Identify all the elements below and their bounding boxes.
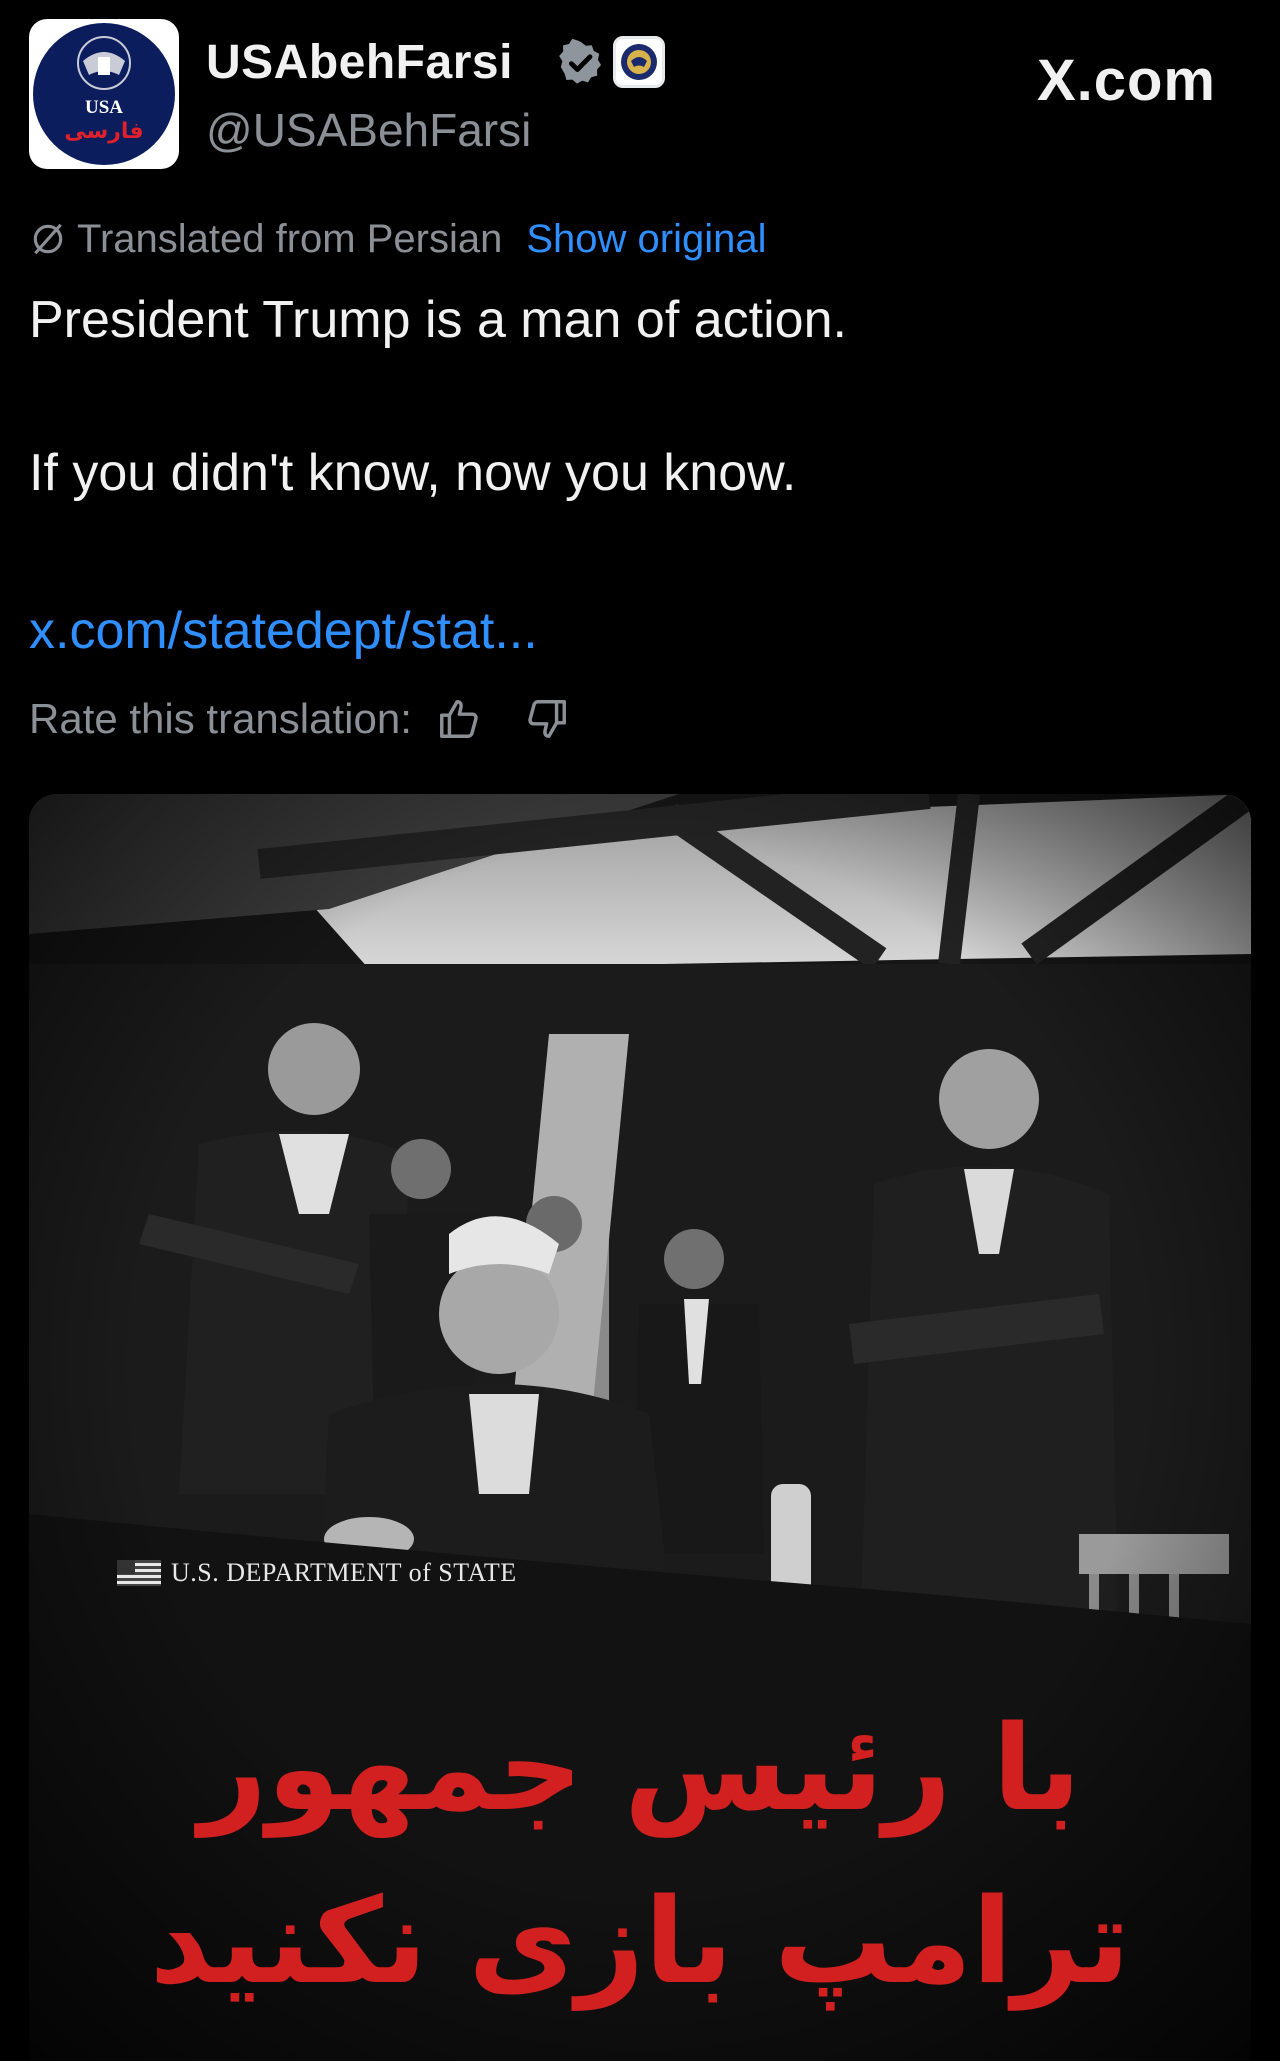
avatar-farsi-label: فارسی: [64, 119, 144, 144]
tweet-text-line: If you didn't know, now you know.: [29, 444, 797, 502]
translated-from-label: Translated from Persian: [77, 216, 503, 261]
account-handle[interactable]: @USABehFarsi: [206, 103, 531, 157]
translate-slash-icon: [33, 223, 63, 255]
department-of-state-caption: U.S. DEPARTMENT of STATE: [117, 1558, 517, 1588]
government-seal-icon: [613, 36, 665, 88]
photo-scene: [29, 794, 1251, 2061]
tweet-media-image[interactable]: U.S. DEPARTMENT of STATE با رئیس جمهور ت…: [29, 794, 1251, 2061]
caption-text: U.S. DEPARTMENT of STATE: [171, 1558, 517, 1587]
tweet-header: USA فارسی USAbehFarsi @USABehFarsi X.com: [29, 19, 1251, 171]
site-label: X.com: [1036, 48, 1216, 113]
tweet-text-line: President Trump is a man of action.: [29, 291, 847, 349]
tweet-link[interactable]: x.com/statedept/stat...: [29, 601, 538, 661]
display-name[interactable]: USAbehFarsi: [206, 35, 513, 90]
thumbs-down-icon[interactable]: [524, 696, 570, 742]
us-flag-icon: [117, 1560, 161, 1586]
show-original-link[interactable]: Show original: [526, 217, 766, 262]
rate-translation-label: Rate this translation:: [29, 695, 412, 742]
verified-badge-icon: [559, 39, 601, 84]
avatar-label: USA: [84, 97, 123, 118]
rate-translation-row: Rate this translation:: [29, 694, 570, 744]
overlay-text-line: ترامپ بازی نکنید: [149, 1872, 1131, 2010]
translation-row: Translated from Persian Show original: [29, 213, 767, 265]
overlay-text-line: با رئیس جمهور: [199, 1699, 1081, 1837]
avatar[interactable]: USA فارسی: [29, 19, 179, 169]
thumbs-up-icon[interactable]: [436, 696, 482, 742]
